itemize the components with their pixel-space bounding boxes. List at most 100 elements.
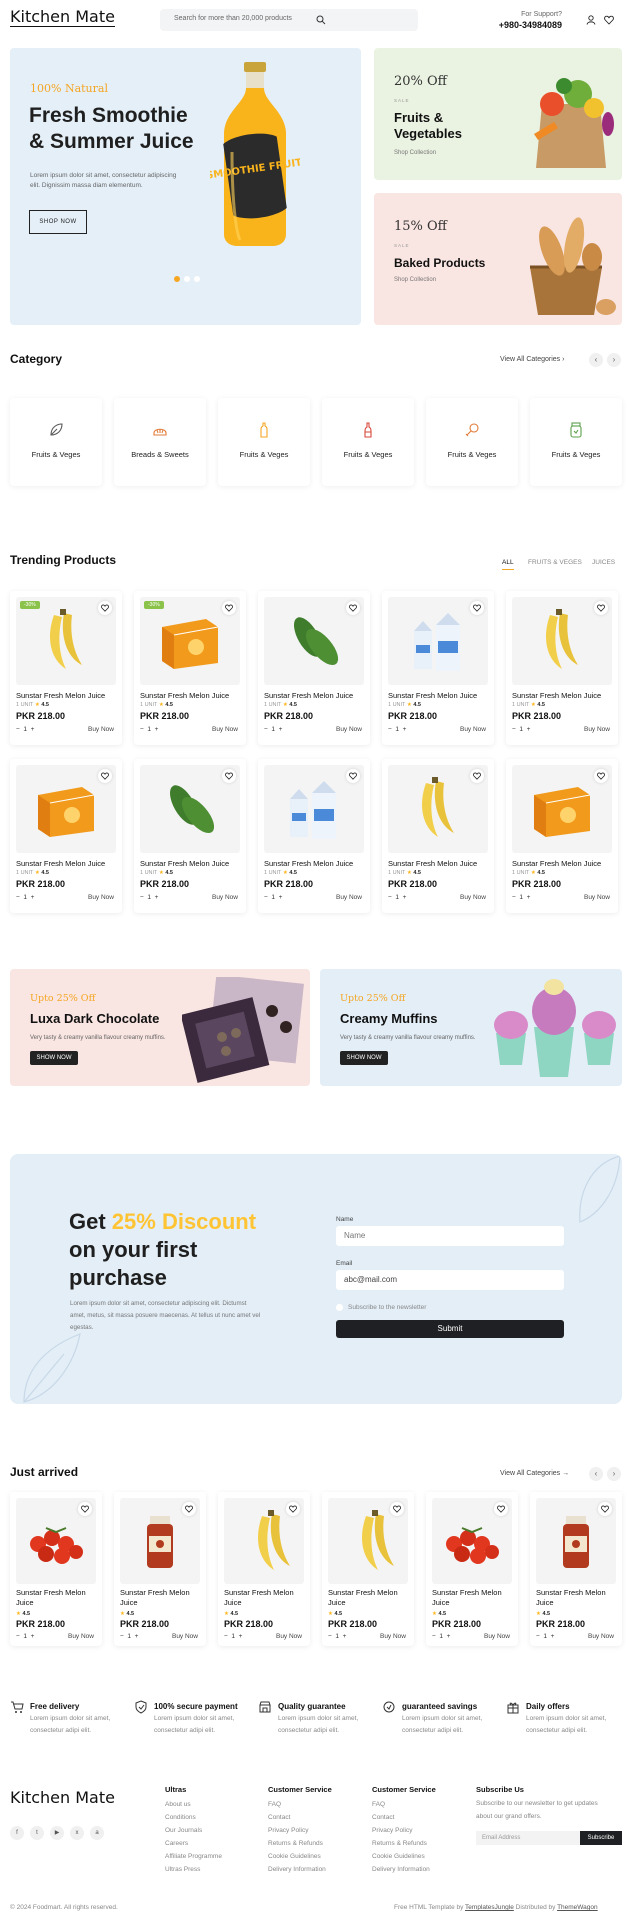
templatesjungle-link[interactable]: TemplatesJungle <box>465 1904 514 1911</box>
minus-icon[interactable]: − <box>224 1633 228 1640</box>
slider-dot-1[interactable] <box>174 276 180 282</box>
quantity-value[interactable]: 1 <box>543 1633 547 1640</box>
quantity-value[interactable]: 1 <box>231 1633 235 1640</box>
category-prev-button[interactable]: ‹ <box>589 353 603 367</box>
plus-icon[interactable]: + <box>155 894 159 901</box>
footer-link[interactable]: Returns & Refunds <box>268 1837 323 1850</box>
product-card[interactable]: Sunstar Fresh Melon Juice ★ 4.5 PKR 218.00 −… <box>218 1492 310 1646</box>
footer-logo[interactable]: Kitchen Mate <box>10 1788 115 1807</box>
search-bar[interactable]: Search for more than 20,000 products <box>160 9 418 31</box>
tab-fruits-veges[interactable]: FRUITS & VEGES <box>528 559 582 566</box>
quantity-value[interactable]: 1 <box>271 894 275 901</box>
product-card[interactable]: Sunstar Fresh Melon Juice 1 UNIT ★ 4.5 PKR… <box>258 591 370 745</box>
quantity-value[interactable]: 1 <box>147 894 151 901</box>
buy-now-link[interactable]: Buy Now <box>88 894 114 901</box>
quantity-stepper[interactable]: − 1 + <box>536 1633 554 1640</box>
minus-icon[interactable]: − <box>140 894 144 901</box>
buy-now-link[interactable]: Buy Now <box>460 894 486 901</box>
category-card[interactable]: Fruits & Veges <box>218 398 310 486</box>
footer-link[interactable]: FAQ <box>268 1798 281 1811</box>
arrived-next-button[interactable]: › <box>607 1467 621 1481</box>
buy-now-link[interactable]: Buy Now <box>172 1633 198 1640</box>
youtube-icon[interactable]: ▶ <box>50 1826 64 1840</box>
quantity-stepper[interactable]: − 1 + <box>140 894 158 901</box>
quantity-stepper[interactable]: − 1 + <box>328 1633 346 1640</box>
quantity-stepper[interactable]: − 1 + <box>432 1633 450 1640</box>
minus-icon[interactable]: − <box>512 726 516 733</box>
footer-link[interactable]: Cookie Guidelines <box>372 1850 425 1863</box>
minus-icon[interactable]: − <box>264 726 268 733</box>
add-to-wishlist-button[interactable] <box>470 601 484 615</box>
promo-card-fruits[interactable]: 20% Off SALE Fruits & Vegetables Shop Co… <box>374 48 622 180</box>
product-card[interactable]: Sunstar Fresh Melon Juice ★ 4.5 PKR 218.00 −… <box>114 1492 206 1646</box>
buy-now-link[interactable]: Buy Now <box>460 726 486 733</box>
buy-now-link[interactable]: Buy Now <box>584 894 610 901</box>
footer-link[interactable]: Affiliate Programme <box>165 1850 222 1863</box>
user-icon[interactable] <box>586 15 596 25</box>
plus-icon[interactable]: + <box>31 726 35 733</box>
product-card[interactable]: Sunstar Fresh Melon Juice 1 UNIT ★ 4.5 PKR… <box>382 759 494 913</box>
view-all-categories-link[interactable]: View All Categories → <box>500 1470 569 1477</box>
footer-link[interactable]: Our Journals <box>165 1824 202 1837</box>
twitter-icon[interactable]: t <box>30 1826 44 1840</box>
plus-icon[interactable]: + <box>403 894 407 901</box>
quantity-stepper[interactable]: − 1 + <box>388 894 406 901</box>
buy-now-link[interactable]: Buy Now <box>212 726 238 733</box>
footer-link[interactable]: Conditions <box>165 1811 196 1824</box>
minus-icon[interactable]: − <box>432 1633 436 1640</box>
plus-icon[interactable]: + <box>551 1633 555 1640</box>
promo-banner-chocolate[interactable]: Upto 25% Off Luxa Dark Chocolate Very ta… <box>10 969 310 1086</box>
product-card[interactable]: Sunstar Fresh Melon Juice 1 UNIT ★ 4.5 PKR… <box>134 759 246 913</box>
quantity-stepper[interactable]: − 1 + <box>512 726 530 733</box>
arrived-prev-button[interactable]: ‹ <box>589 1467 603 1481</box>
quantity-value[interactable]: 1 <box>519 726 523 733</box>
promo-banner-muffins[interactable]: Upto 25% Off Creamy Muffins Very tasty &… <box>320 969 622 1086</box>
add-to-wishlist-button[interactable] <box>494 1502 508 1516</box>
minus-icon[interactable]: − <box>140 726 144 733</box>
slider-dot-2[interactable] <box>184 276 190 282</box>
minus-icon[interactable]: − <box>388 894 392 901</box>
quantity-value[interactable]: 1 <box>23 1633 27 1640</box>
buy-now-link[interactable]: Buy Now <box>588 1633 614 1640</box>
tab-all[interactable]: ALL <box>502 559 514 570</box>
buy-now-link[interactable]: Buy Now <box>88 726 114 733</box>
quantity-stepper[interactable]: − 1 + <box>264 726 282 733</box>
add-to-wishlist-button[interactable] <box>598 1502 612 1516</box>
buy-now-link[interactable]: Buy Now <box>336 894 362 901</box>
product-card[interactable]: -30% Sunstar Fresh Melon Juice 1 UNIT ★ 4.… <box>134 591 246 745</box>
quantity-value[interactable]: 1 <box>439 1633 443 1640</box>
amazon-icon[interactable]: a <box>90 1826 104 1840</box>
x-icon[interactable]: x <box>70 1826 84 1840</box>
banner-show-now-button[interactable]: SHOW NOW <box>340 1051 388 1065</box>
view-all-categories-link[interactable]: View All Categories › <box>500 356 564 363</box>
plus-icon[interactable]: + <box>279 726 283 733</box>
add-to-wishlist-button[interactable] <box>390 1502 404 1516</box>
banner-show-now-button[interactable]: SHOW NOW <box>30 1051 78 1065</box>
category-next-button[interactable]: › <box>607 353 621 367</box>
buy-now-link[interactable]: Buy Now <box>68 1633 94 1640</box>
promo-shop-link[interactable]: Shop Collection <box>394 150 436 156</box>
add-to-wishlist-button[interactable] <box>346 769 360 783</box>
product-card[interactable]: Sunstar Fresh Melon Juice ★ 4.5 PKR 218.00 −… <box>10 1492 102 1646</box>
add-to-wishlist-button[interactable] <box>286 1502 300 1516</box>
add-to-wishlist-button[interactable] <box>182 1502 196 1516</box>
submit-button[interactable]: Submit <box>336 1320 564 1338</box>
minus-icon[interactable]: − <box>16 1633 20 1640</box>
plus-icon[interactable]: + <box>447 1633 451 1640</box>
category-card[interactable]: Fruits & Veges <box>530 398 622 486</box>
plus-icon[interactable]: + <box>135 1633 139 1640</box>
footer-link[interactable]: Cookie Guidelines <box>268 1850 321 1863</box>
tab-juices[interactable]: JUICES <box>592 559 615 566</box>
minus-icon[interactable]: − <box>328 1633 332 1640</box>
promo-card-baked[interactable]: 15% Off SALE Baked Products Shop Collect… <box>374 193 622 325</box>
footer-link[interactable]: About us <box>165 1798 191 1811</box>
footer-subscribe-button[interactable]: Subscribe <box>580 1831 622 1845</box>
quantity-stepper[interactable]: − 1 + <box>16 726 34 733</box>
buy-now-link[interactable]: Buy Now <box>584 726 610 733</box>
quantity-value[interactable]: 1 <box>519 894 523 901</box>
add-to-wishlist-button[interactable] <box>470 769 484 783</box>
footer-link[interactable]: Privacy Policy <box>372 1824 412 1837</box>
plus-icon[interactable]: + <box>279 894 283 901</box>
buy-now-link[interactable]: Buy Now <box>336 726 362 733</box>
product-card[interactable]: Sunstar Fresh Melon Juice 1 UNIT ★ 4.5 PKR… <box>506 591 618 745</box>
